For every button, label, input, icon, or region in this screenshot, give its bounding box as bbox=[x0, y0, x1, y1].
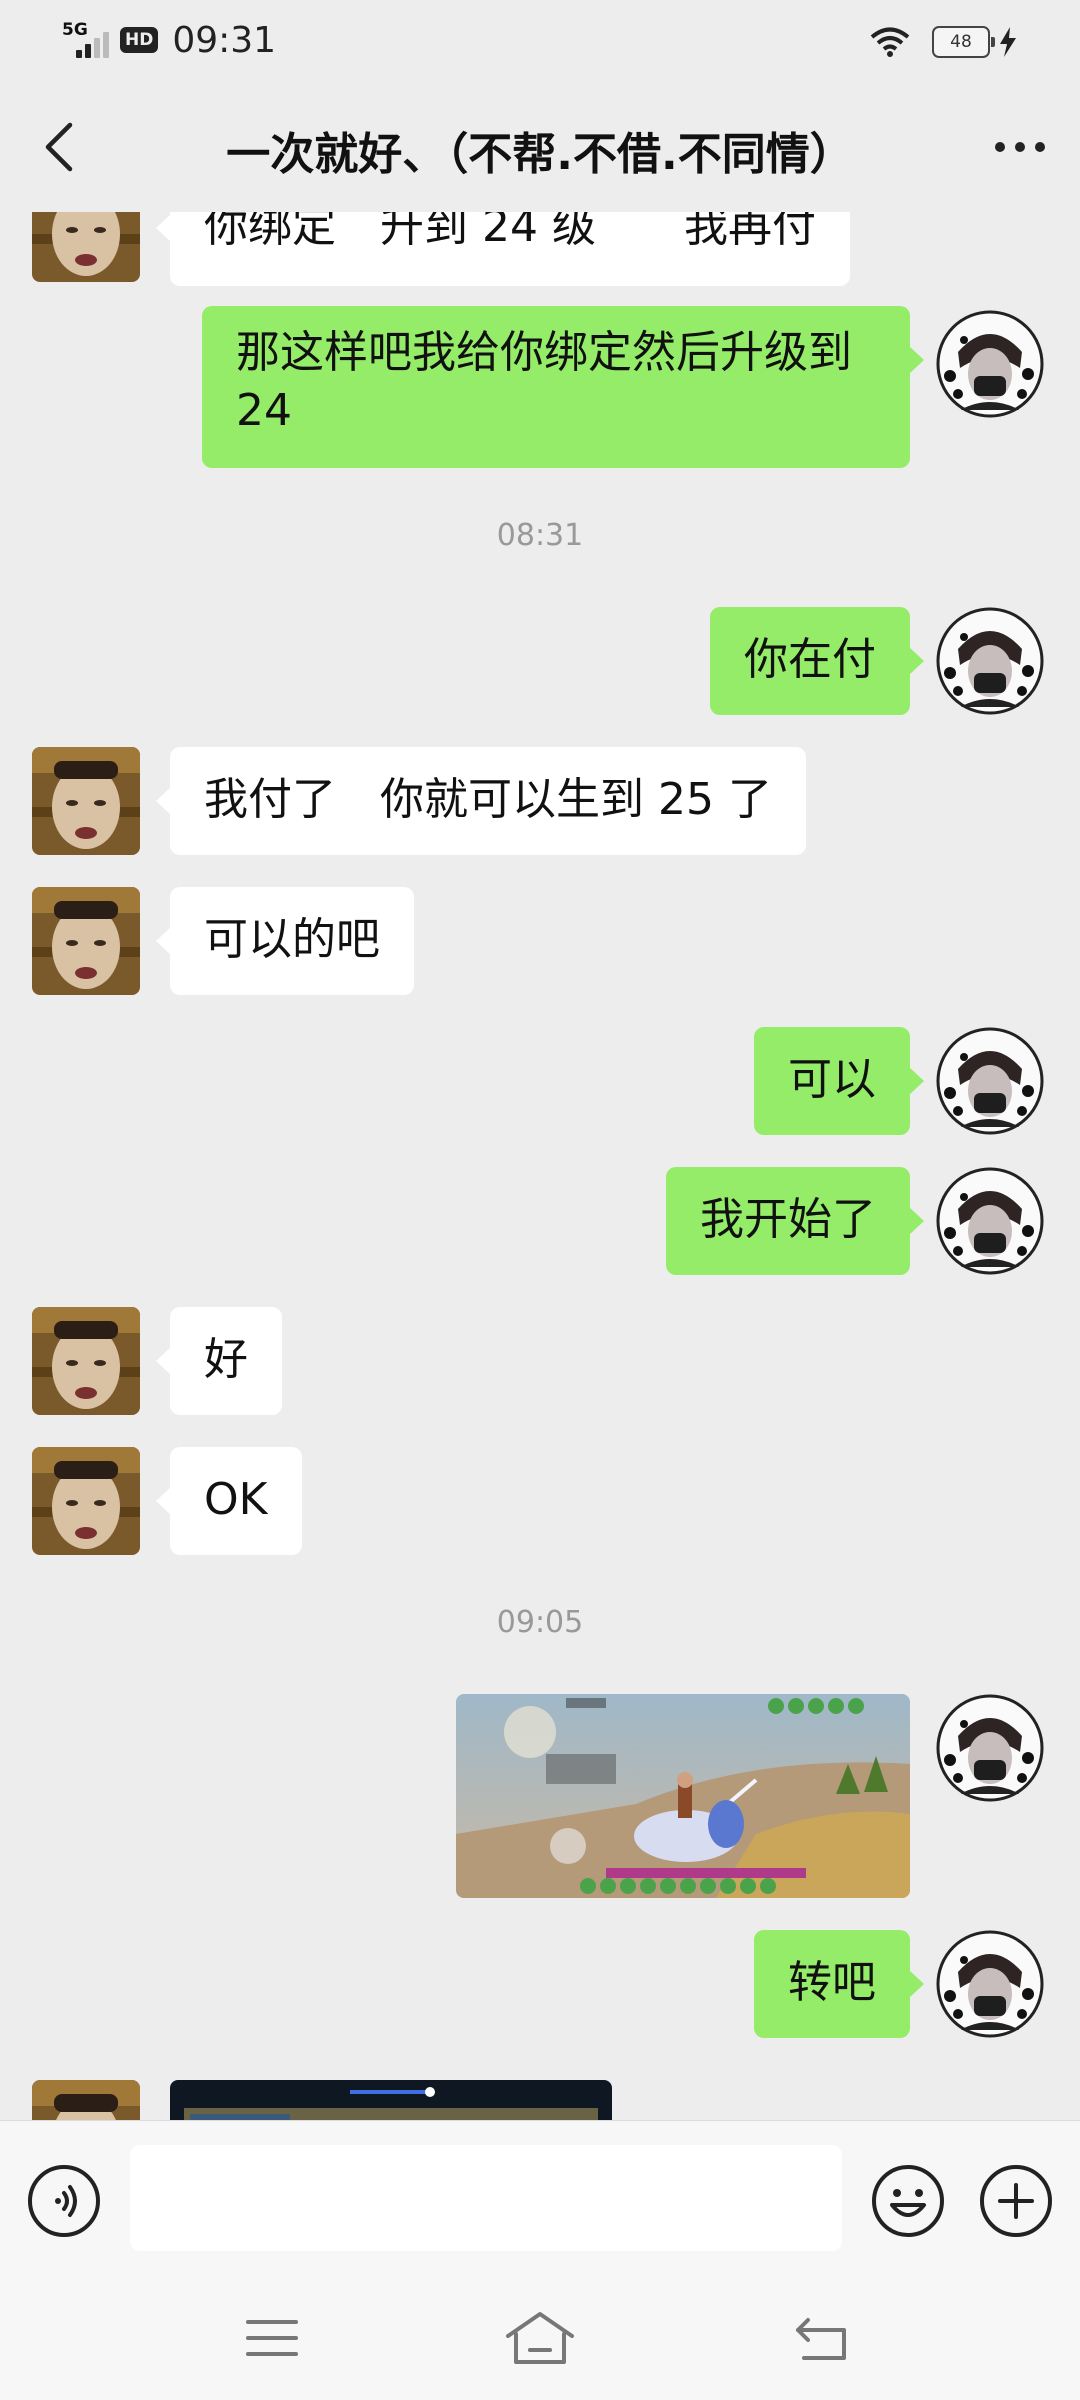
contact-avatar[interactable] bbox=[32, 212, 140, 282]
status-right: 48 bbox=[870, 20, 1018, 64]
message-bubble[interactable]: 你绑定 升到 24 级 我再付 bbox=[156, 212, 850, 286]
timestamp: 08:31 bbox=[496, 518, 584, 553]
message-bubble[interactable]: OK bbox=[156, 1447, 302, 1555]
my-avatar[interactable] bbox=[936, 1027, 1044, 1135]
clock: 09:31 bbox=[172, 19, 277, 61]
emoji-button[interactable] bbox=[870, 2163, 946, 2239]
plus-icon bbox=[980, 2165, 1052, 2237]
status-bar: 5G HD 09:31 48 bbox=[0, 0, 1080, 80]
charging-icon bbox=[1000, 27, 1016, 57]
message-bubble[interactable]: 好 bbox=[156, 1307, 282, 1415]
message-list[interactable]: 你绑定 升到 24 级 我再付 那这样吧我给你绑定然后升级到24 08:31 你… bbox=[0, 212, 1080, 2120]
message-bubble[interactable]: 可以的吧 bbox=[156, 887, 414, 995]
wifi-icon bbox=[870, 27, 910, 57]
signal-icon: 5G bbox=[62, 20, 109, 60]
contact-avatar[interactable] bbox=[32, 887, 140, 995]
recent-apps-button[interactable] bbox=[236, 2306, 308, 2370]
menu-icon bbox=[246, 2320, 298, 2356]
message-bubble[interactable]: 转吧 bbox=[754, 1930, 924, 2038]
message-row: 我开始了 bbox=[0, 1167, 1080, 1277]
message-row: 那这样吧我给你绑定然后升级到24 bbox=[0, 306, 1080, 472]
my-avatar[interactable] bbox=[936, 1167, 1044, 1275]
more-functions-button[interactable] bbox=[978, 2163, 1054, 2239]
message-row: 转吧 bbox=[0, 1930, 1080, 2040]
contact-avatar[interactable] bbox=[32, 1307, 140, 1415]
status-left: 5G HD 09:31 bbox=[62, 18, 276, 62]
my-avatar[interactable] bbox=[936, 310, 1044, 418]
voice-icon bbox=[28, 2165, 100, 2237]
message-row: 可以的吧 bbox=[0, 887, 1080, 997]
message-bubble[interactable]: 我付了 你就可以生到 25 了 bbox=[156, 747, 806, 855]
image-message[interactable] bbox=[170, 2080, 612, 2120]
battery-icon: 48 bbox=[932, 26, 995, 58]
my-avatar[interactable] bbox=[936, 607, 1044, 715]
input-bar bbox=[0, 2120, 1080, 2281]
message-row bbox=[0, 2068, 1080, 2120]
system-nav-bar bbox=[0, 2280, 1080, 2400]
contact-avatar[interactable] bbox=[32, 1447, 140, 1555]
my-avatar[interactable] bbox=[936, 1930, 1044, 2038]
game-screenshot-image bbox=[170, 2080, 612, 2120]
message-bubble[interactable]: 那这样吧我给你绑定然后升级到24 bbox=[202, 306, 924, 468]
game-screenshot-image bbox=[456, 1694, 910, 1898]
message-input[interactable] bbox=[130, 2145, 842, 2251]
message-row: 好 bbox=[0, 1307, 1080, 1417]
message-row: 你在付 bbox=[0, 607, 1080, 717]
message-bubble[interactable]: 我开始了 bbox=[666, 1167, 924, 1275]
my-avatar[interactable] bbox=[936, 1694, 1044, 1802]
home-button[interactable] bbox=[502, 2306, 574, 2370]
contact-avatar[interactable] bbox=[32, 2080, 140, 2120]
image-message[interactable] bbox=[456, 1694, 910, 1898]
message-row: 我付了 你就可以生到 25 了 bbox=[0, 747, 1080, 857]
message-row: OK bbox=[0, 1447, 1080, 1557]
chat-title: 一次就好、（不帮.不借.不同情） bbox=[226, 129, 854, 180]
nav-back-button[interactable] bbox=[786, 2306, 858, 2370]
hd-badge: HD bbox=[120, 27, 159, 53]
message-row bbox=[0, 1694, 1080, 1900]
chat-header: 一次就好、（不帮.不借.不同情） bbox=[0, 80, 1080, 212]
message-bubble[interactable]: 可以 bbox=[754, 1027, 924, 1135]
contact-avatar[interactable] bbox=[32, 747, 140, 855]
back-arrow-icon bbox=[45, 122, 73, 172]
home-icon bbox=[506, 2312, 574, 2364]
more-button[interactable] bbox=[984, 114, 1056, 180]
voice-button[interactable] bbox=[26, 2163, 102, 2239]
back-icon bbox=[796, 2318, 846, 2360]
message-row: 你绑定 升到 24 级 我再付 bbox=[0, 212, 1080, 292]
network-type: 5G bbox=[62, 20, 88, 40]
message-bubble[interactable]: 你在付 bbox=[710, 607, 924, 715]
message-row: 可以 bbox=[0, 1027, 1080, 1137]
more-icon bbox=[995, 142, 1045, 152]
back-button[interactable] bbox=[26, 114, 92, 180]
emoji-icon bbox=[872, 2165, 944, 2237]
timestamp: 09:05 bbox=[496, 1605, 584, 1640]
